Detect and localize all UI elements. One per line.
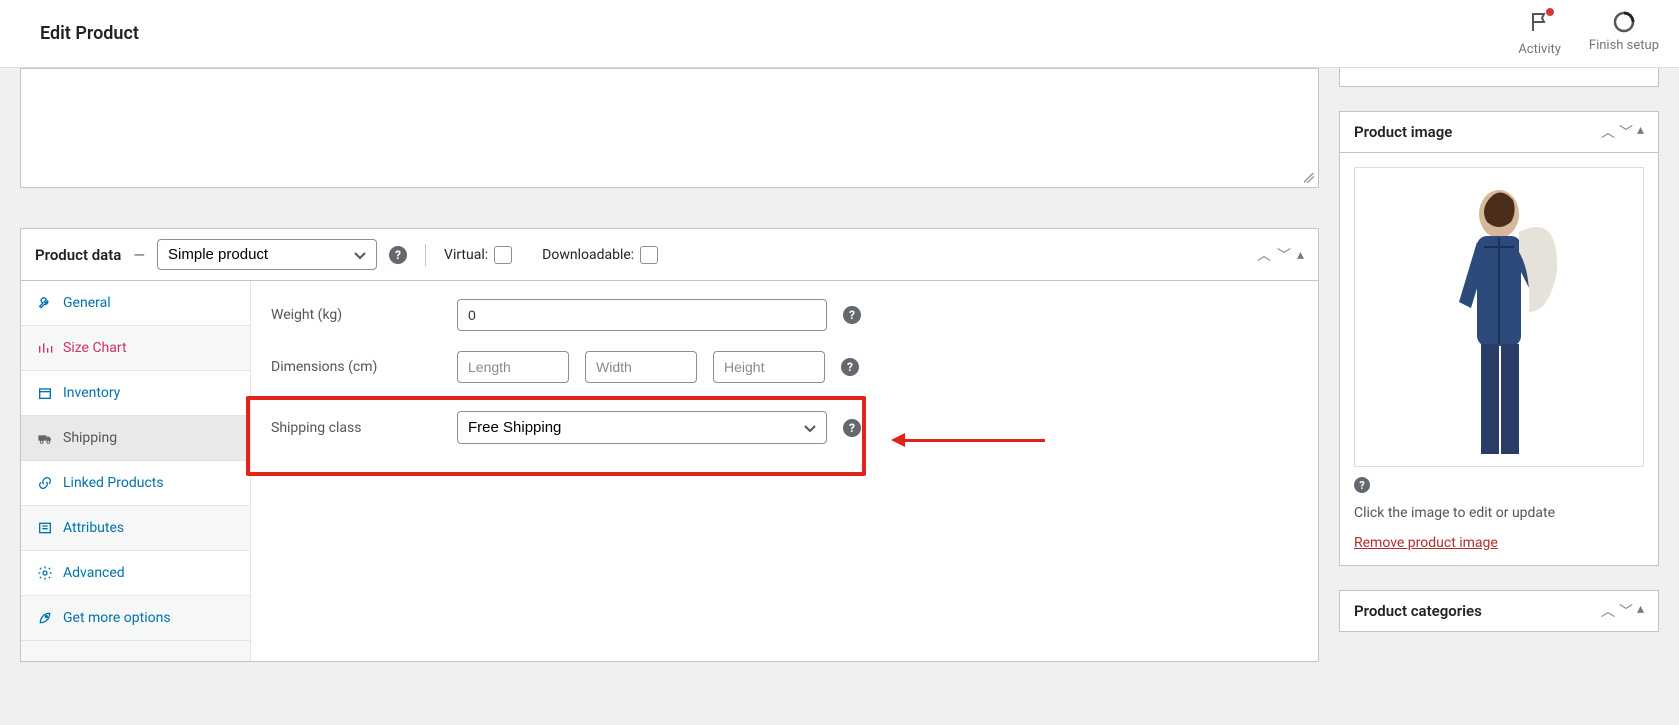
side-panel-cut <box>1339 68 1659 87</box>
product-image-panel: Product image ︿ ﹀ ▴ <box>1339 111 1659 566</box>
tab-general[interactable]: General <box>21 281 250 325</box>
panel-toggle-icon[interactable]: ▴ <box>1637 601 1644 621</box>
tab-get-more[interactable]: Get more options <box>21 596 250 640</box>
length-input[interactable] <box>457 351 569 383</box>
chart-icon <box>37 340 53 356</box>
panel-move-up-icon[interactable]: ︿ <box>1601 601 1615 621</box>
gear-icon <box>37 565 53 581</box>
shipping-form: Weight (kg) ? Dimensions (cm) ? <box>251 281 1318 661</box>
product-data-tabs: General Size Chart Inventory Shipping <box>21 281 251 661</box>
downloadable-label: Downloadable: <box>542 247 634 263</box>
weight-input[interactable] <box>457 299 827 331</box>
product-image-title: Product image <box>1354 123 1452 141</box>
separator <box>425 244 426 266</box>
list-icon <box>37 520 53 536</box>
tab-shipping-label: Shipping <box>63 430 117 446</box>
virtual-label: Virtual: <box>444 247 488 263</box>
tab-advanced[interactable]: Advanced <box>21 551 250 595</box>
tab-advanced-label: Advanced <box>63 565 125 581</box>
page-title: Edit Product <box>40 23 139 44</box>
activity-label: Activity <box>1518 42 1561 57</box>
height-input[interactable] <box>713 351 825 383</box>
weight-label: Weight (kg) <box>271 307 441 323</box>
help-icon[interactable]: ? <box>389 246 407 264</box>
width-input[interactable] <box>585 351 697 383</box>
remove-image-link[interactable]: Remove product image <box>1354 535 1498 551</box>
truck-icon <box>37 430 53 446</box>
editor-textarea[interactable] <box>20 68 1319 188</box>
help-icon[interactable]: ? <box>1354 477 1370 493</box>
product-categories-panel: Product categories ︿ ﹀ ▴ <box>1339 590 1659 632</box>
panel-move-up-icon[interactable]: ︿ <box>1601 122 1615 142</box>
tab-general-label: General <box>63 295 111 311</box>
tab-size-chart[interactable]: Size Chart <box>21 326 250 370</box>
topbar: Edit Product Activity Finish setup <box>0 0 1679 68</box>
tab-linked[interactable]: Linked Products <box>21 461 250 505</box>
tab-linked-label: Linked Products <box>63 475 164 491</box>
product-data-panel: Product data — Simple product ? Virtual:… <box>20 228 1319 662</box>
shipping-class-label: Shipping class <box>271 420 441 436</box>
panel-toggle-icon[interactable]: ▴ <box>1297 247 1304 263</box>
product-data-title: Product data <box>35 246 121 264</box>
tab-attributes[interactable]: Attributes <box>21 506 250 550</box>
product-image[interactable] <box>1354 167 1644 467</box>
tab-inventory-label: Inventory <box>63 385 120 401</box>
downloadable-checkbox[interactable] <box>640 246 658 264</box>
product-data-header: Product data — Simple product ? Virtual:… <box>21 229 1318 281</box>
tab-attributes-label: Attributes <box>63 520 124 536</box>
image-hint: Click the image to edit or update <box>1354 505 1644 521</box>
setup-progress-icon <box>1612 10 1636 34</box>
panel-toggle-icon[interactable]: ▴ <box>1637 122 1644 142</box>
wrench-icon <box>37 295 53 311</box>
inventory-icon <box>37 385 53 401</box>
dimensions-label: Dimensions (cm) <box>271 359 441 375</box>
flag-icon <box>1528 10 1552 34</box>
tab-size-chart-label: Size Chart <box>63 340 127 356</box>
help-icon[interactable]: ? <box>841 358 859 376</box>
finish-setup-button[interactable]: Finish setup <box>1589 10 1659 53</box>
rocket-icon <box>37 610 53 626</box>
activity-button[interactable]: Activity <box>1518 10 1561 57</box>
topbar-actions: Activity Finish setup <box>1518 10 1659 57</box>
title-dash: — <box>133 246 145 264</box>
tab-inventory[interactable]: Inventory <box>21 371 250 415</box>
finish-setup-label: Finish setup <box>1589 38 1659 53</box>
link-icon <box>37 475 53 491</box>
help-icon[interactable]: ? <box>843 306 861 324</box>
product-image-thumbnail <box>1419 172 1579 462</box>
virtual-checkbox[interactable] <box>494 246 512 264</box>
product-type-select[interactable]: Simple product <box>157 239 377 270</box>
shipping-class-select[interactable]: Free Shipping <box>457 411 827 444</box>
help-icon[interactable]: ? <box>843 419 861 437</box>
panel-move-down-icon[interactable]: ﹀ <box>1277 245 1291 265</box>
panel-move-down-icon[interactable]: ﹀ <box>1619 122 1633 142</box>
panel-move-up-icon[interactable]: ︿ <box>1257 245 1271 265</box>
product-categories-title: Product categories <box>1354 602 1482 620</box>
panel-move-down-icon[interactable]: ﹀ <box>1619 601 1633 621</box>
tab-shipping[interactable]: Shipping <box>21 416 250 460</box>
tab-get-more-label: Get more options <box>63 610 171 626</box>
